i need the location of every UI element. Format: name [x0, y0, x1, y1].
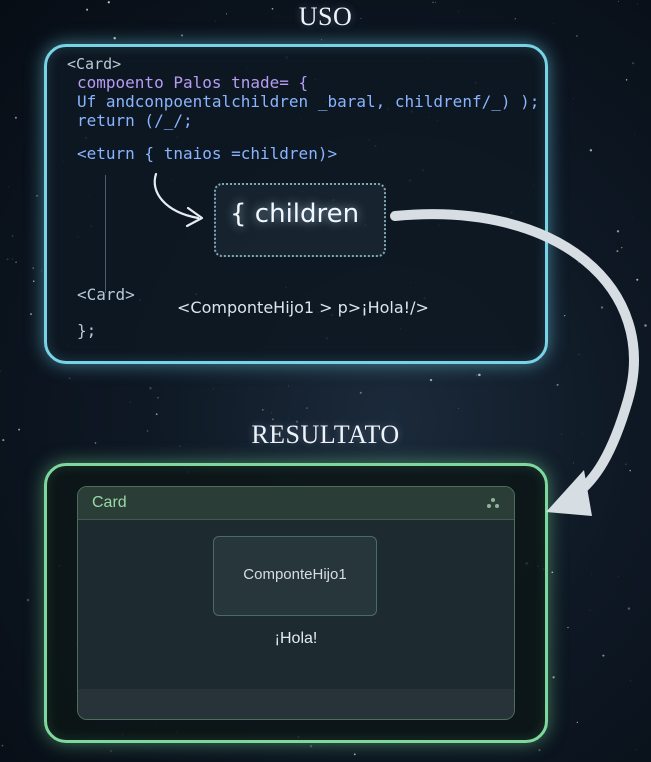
star — [321, 39, 323, 41]
child-component-label: ComponteHijo1 — [243, 566, 347, 583]
card-menu-icon[interactable] — [486, 496, 500, 510]
star — [32, 280, 35, 282]
star — [575, 34, 578, 37]
star — [629, 680, 631, 682]
code-line: <Card> — [67, 55, 122, 73]
star — [6, 258, 9, 261]
star — [309, 744, 313, 748]
star — [155, 413, 158, 416]
star — [567, 626, 569, 629]
star — [11, 235, 14, 237]
star — [359, 391, 362, 394]
star — [12, 258, 14, 260]
star — [0, 370, 1, 372]
children-label: { children — [230, 199, 360, 229]
star — [576, 721, 578, 724]
star — [556, 383, 559, 386]
star — [36, 194, 38, 197]
star — [26, 598, 30, 602]
star — [618, 575, 619, 577]
star — [573, 98, 574, 99]
star — [632, 217, 634, 218]
star — [262, 409, 264, 411]
star — [631, 62, 635, 65]
code-line: <eturn { tnaios =children)> — [77, 144, 338, 163]
star — [578, 353, 580, 355]
star — [636, 278, 639, 281]
star — [625, 463, 627, 465]
code-line: }; — [77, 321, 97, 340]
star — [1, 744, 4, 747]
star — [476, 374, 478, 376]
star — [616, 230, 620, 233]
card-footer — [78, 689, 514, 719]
star — [579, 511, 581, 513]
star — [538, 749, 541, 752]
uso-heading: USO — [298, 2, 353, 31]
star — [213, 388, 214, 390]
star — [616, 250, 619, 253]
star — [634, 135, 635, 136]
code-line: return (/_/; — [77, 111, 193, 130]
star — [564, 314, 566, 317]
code-line: Uf andconpoentalchildren _baral, childre… — [77, 92, 540, 111]
star — [644, 324, 647, 327]
star — [161, 367, 162, 369]
child-usage-code: <ComponteHijo1 > p>¡Hola!/> — [177, 298, 429, 317]
star — [627, 607, 631, 610]
star — [621, 246, 623, 249]
star — [157, 396, 159, 399]
star — [552, 676, 555, 679]
star — [577, 262, 579, 263]
star — [180, 34, 184, 37]
card-title: Card — [92, 494, 127, 511]
star — [32, 267, 34, 269]
star — [30, 313, 32, 316]
star — [14, 116, 17, 119]
code-line: compoento Palos tnade= { — [77, 73, 309, 92]
star — [305, 407, 308, 410]
hola-text: ¡Hola! — [274, 630, 318, 647]
code-line: <Card> — [77, 285, 135, 304]
star — [110, 750, 112, 752]
indent-guide — [105, 175, 106, 293]
star — [589, 609, 591, 611]
children-highlight-box: { children — [214, 183, 386, 257]
star — [15, 261, 17, 264]
star — [270, 412, 272, 414]
star — [100, 455, 102, 457]
star — [629, 469, 631, 472]
child-component-box: ComponteHijo1 — [213, 536, 377, 616]
resultado-heading: RESULTATO — [251, 420, 400, 449]
star — [429, 378, 433, 382]
card-header: Card — [78, 487, 514, 520]
star — [41, 270, 43, 272]
star — [129, 401, 131, 403]
star — [602, 654, 605, 657]
star — [600, 306, 604, 309]
star — [113, 36, 116, 40]
star — [288, 385, 289, 387]
star — [635, 749, 637, 751]
star — [69, 377, 71, 379]
star — [149, 386, 152, 390]
star — [625, 79, 628, 81]
star — [8, 186, 10, 188]
star — [353, 753, 356, 756]
star — [573, 462, 574, 464]
star — [598, 470, 601, 473]
star — [551, 571, 554, 574]
star — [591, 573, 593, 575]
rendered-card: Card ComponteHijo1 ¡Hola! — [77, 486, 515, 720]
star — [589, 149, 593, 152]
uso-code-panel: <Card> compoento Palos tnade= { Uf andco… — [44, 44, 548, 364]
star — [458, 408, 459, 409]
star — [478, 373, 481, 377]
resultado-panel: Card ComponteHijo1 ¡Hola! — [44, 463, 548, 743]
